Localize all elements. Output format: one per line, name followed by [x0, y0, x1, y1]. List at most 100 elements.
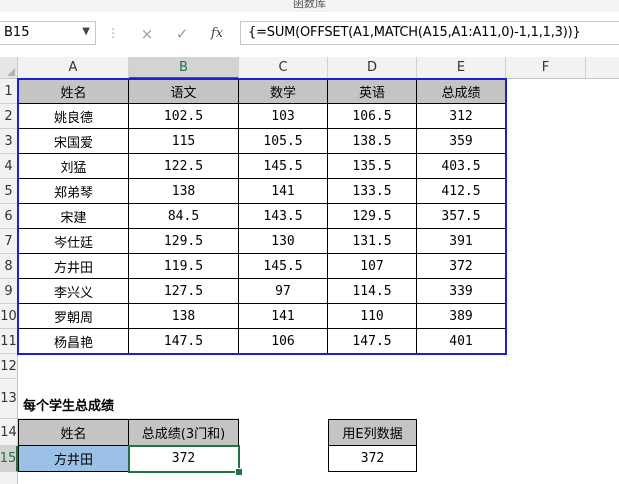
score-cell-total[interactable]: 389 [417, 304, 506, 329]
column-header-c[interactable]: C [239, 57, 328, 79]
row-header-14[interactable]: 14 [0, 419, 18, 446]
lookup-total-cell[interactable]: 372 [129, 446, 239, 472]
table-header-math[interactable]: 数学 [239, 79, 328, 104]
name-box-value: B15 [4, 25, 30, 40]
score-cell-chinese[interactable]: 84.5 [129, 204, 239, 229]
score-cell-math[interactable]: 97 [239, 279, 328, 304]
column-header-f[interactable]: F [506, 57, 586, 79]
row-header-15[interactable]: 15 [0, 446, 18, 472]
section-title[interactable]: 每个学生总成绩 [18, 379, 239, 419]
row-header-6[interactable]: 6 [0, 204, 18, 229]
score-cell-english[interactable]: 131.5 [328, 229, 417, 254]
row-header-10[interactable]: 10 [0, 304, 18, 329]
worksheet-grid: A B C D E F 1 2 3 4 5 6 7 8 9 10 11 12 1… [0, 57, 619, 484]
score-cell-chinese[interactable]: 115 [129, 129, 239, 154]
score-cell-chinese[interactable]: 122.5 [129, 154, 239, 179]
cancel-icon[interactable]: × [136, 24, 158, 44]
insert-function-icon[interactable]: fx [206, 24, 228, 44]
window-titlebar: 函数库 [0, 0, 619, 12]
student-name-cell[interactable]: 宋国爱 [18, 129, 129, 154]
table-header-name[interactable]: 姓名 [18, 79, 129, 104]
score-cell-math[interactable]: 141 [239, 304, 328, 329]
student-name-cell[interactable]: 岑仕廷 [18, 229, 129, 254]
row-header-8[interactable]: 8 [0, 254, 18, 279]
score-cell-english[interactable]: 107 [328, 254, 417, 279]
score-cell-english[interactable]: 114.5 [328, 279, 417, 304]
score-cell-total[interactable]: 372 [417, 254, 506, 279]
alt-total-cell[interactable]: 372 [328, 446, 417, 472]
score-cell-chinese[interactable]: 129.5 [129, 229, 239, 254]
alt-total-header[interactable]: 用E列数据 [328, 419, 417, 446]
row-header-13[interactable]: 13 [0, 379, 18, 419]
formula-bar: B15 ▼ ⋮ × ✓ fx {=SUM(OFFSET(A1,MATCH(A15… [0, 12, 619, 58]
score-cell-total[interactable]: 359 [417, 129, 506, 154]
score-cell-english[interactable]: 138.5 [328, 129, 417, 154]
student-name-cell[interactable]: 李兴义 [18, 279, 129, 304]
row-header-7[interactable]: 7 [0, 229, 18, 254]
formula-input[interactable]: {=SUM(OFFSET(A1,MATCH(A15,A1:A11,0)-1,1,… [240, 21, 619, 45]
score-cell-chinese[interactable]: 127.5 [129, 279, 239, 304]
confirm-icon[interactable]: ✓ [171, 24, 193, 44]
score-cell-total[interactable]: 312 [417, 104, 506, 129]
name-box[interactable]: B15 ▼ [0, 21, 96, 45]
score-cell-math[interactable]: 141 [239, 179, 328, 204]
table-header-total[interactable]: 总成绩 [417, 79, 506, 104]
column-header-e[interactable]: E [417, 57, 506, 79]
score-cell-total[interactable]: 339 [417, 279, 506, 304]
score-cell-chinese[interactable]: 102.5 [129, 104, 239, 129]
column-header-d[interactable]: D [328, 57, 417, 79]
student-name-cell[interactable]: 刘猛 [18, 154, 129, 179]
window-title: 函数库 [293, 0, 326, 10]
table-header-english[interactable]: 英语 [328, 79, 417, 104]
column-header-a[interactable]: A [18, 57, 129, 79]
score-cell-math[interactable]: 143.5 [239, 204, 328, 229]
lookup-name-cell[interactable]: 方井田 [18, 446, 129, 472]
fill-handle[interactable] [235, 468, 243, 476]
score-cell-chinese[interactable]: 138 [129, 304, 239, 329]
row-header-2[interactable]: 2 [0, 104, 18, 129]
lookup-total-header[interactable]: 总成绩(3门和) [129, 419, 239, 446]
score-cell-english[interactable]: 129.5 [328, 204, 417, 229]
score-cell-total[interactable]: 412.5 [417, 179, 506, 204]
row-header-1[interactable]: 1 [0, 79, 18, 104]
row-header-16[interactable] [0, 472, 18, 484]
score-cell-math[interactable]: 103 [239, 104, 328, 129]
score-cell-total[interactable]: 403.5 [417, 154, 506, 179]
chevron-down-icon[interactable]: ▼ [82, 26, 90, 37]
student-name-cell[interactable]: 郑弟琴 [18, 179, 129, 204]
score-cell-chinese[interactable]: 119.5 [129, 254, 239, 279]
select-all-corner[interactable] [0, 57, 18, 79]
score-cell-english[interactable]: 133.5 [328, 179, 417, 204]
student-name-cell[interactable]: 方井田 [18, 254, 129, 279]
row-header-9[interactable]: 9 [0, 279, 18, 304]
lookup-name-header[interactable]: 姓名 [18, 419, 129, 446]
row-header-4[interactable]: 4 [0, 154, 18, 179]
student-name-cell[interactable]: 姚良德 [18, 104, 129, 129]
score-cell-math[interactable]: 106 [239, 329, 328, 354]
row-header-5[interactable]: 5 [0, 179, 18, 204]
column-header-b[interactable]: B [129, 57, 239, 79]
score-cell-total[interactable]: 391 [417, 229, 506, 254]
score-cell-english[interactable]: 110 [328, 304, 417, 329]
score-cell-chinese[interactable]: 147.5 [129, 329, 239, 354]
column-header-g[interactable] [586, 57, 619, 79]
student-name-cell[interactable]: 宋建 [18, 204, 129, 229]
formula-text: {=SUM(OFFSET(A1,MATCH(A15,A1:A11,0)-1,1,… [248, 25, 581, 40]
score-cell-chinese[interactable]: 138 [129, 179, 239, 204]
score-cell-english[interactable]: 147.5 [328, 329, 417, 354]
score-cell-english[interactable]: 106.5 [328, 104, 417, 129]
row-header-11[interactable]: 11 [0, 329, 18, 354]
row-header-12[interactable]: 12 [0, 354, 18, 379]
row-header-3[interactable]: 3 [0, 129, 18, 154]
student-name-cell[interactable]: 罗朝周 [18, 304, 129, 329]
table-header-chinese[interactable]: 语文 [129, 79, 239, 104]
score-cell-math[interactable]: 105.5 [239, 129, 328, 154]
drag-handle-icon[interactable]: ⋮ [107, 26, 119, 40]
score-cell-math[interactable]: 145.5 [239, 154, 328, 179]
score-cell-math[interactable]: 145.5 [239, 254, 328, 279]
score-cell-total[interactable]: 357.5 [417, 204, 506, 229]
student-name-cell[interactable]: 杨昌艳 [18, 329, 129, 354]
score-cell-total[interactable]: 401 [417, 329, 506, 354]
score-cell-math[interactable]: 130 [239, 229, 328, 254]
score-cell-english[interactable]: 135.5 [328, 154, 417, 179]
